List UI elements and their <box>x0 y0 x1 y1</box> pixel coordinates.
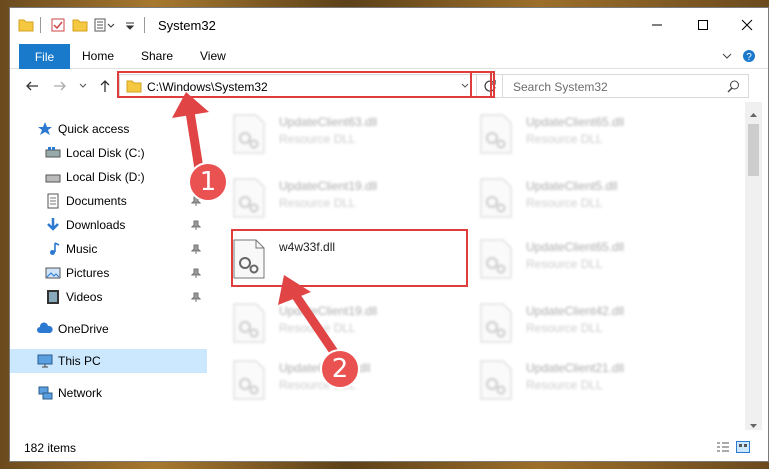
step-badge-2: 2 <box>320 349 360 389</box>
arrow-head-1 <box>172 92 209 118</box>
step-badge-1: 1 <box>188 162 228 202</box>
annotation-arrows <box>172 92 341 360</box>
